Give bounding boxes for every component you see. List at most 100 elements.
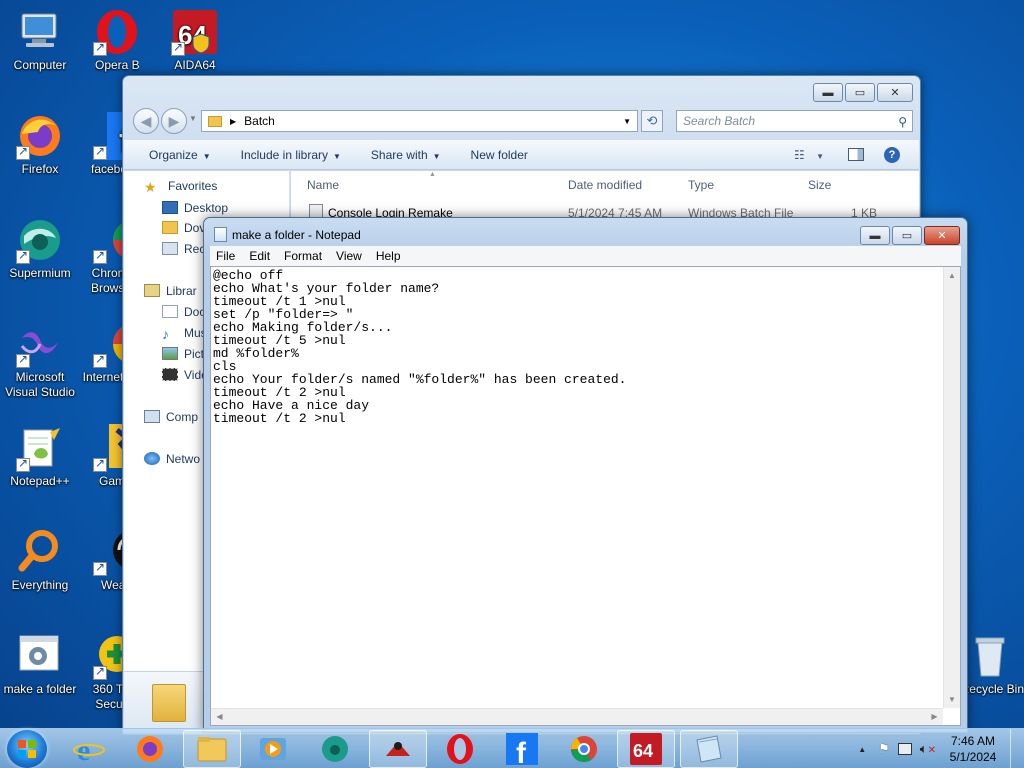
taskbar-media-player[interactable] <box>244 730 302 768</box>
nav-downloads[interactable]: Dov <box>162 221 205 235</box>
batch-file-gear-icon <box>16 632 64 680</box>
column-header-type[interactable]: Type <box>688 178 714 192</box>
refresh-button[interactable]: ⟲ <box>641 110 663 132</box>
view-options-icon[interactable]: ☷ ▼ <box>794 148 824 162</box>
nav-pictures[interactable]: Pict <box>162 347 204 361</box>
minimize-button[interactable]: ▬ <box>860 226 890 245</box>
library-icon <box>144 284 160 297</box>
dropdown-arrow-icon: ▼ <box>202 151 211 161</box>
menu-edit[interactable]: Edit <box>249 249 270 263</box>
dropdown-arrow-icon: ▼ <box>333 151 341 161</box>
menu-view[interactable]: View <box>336 249 362 263</box>
nav-music[interactable]: ♪ Mus <box>162 326 207 342</box>
scroll-right-icon[interactable]: ▶ <box>926 709 943 725</box>
taskbar: e f 64 ▲ ⚑ 🔈︎✕ 7:46 AM 5/1/2024 <box>0 728 1024 768</box>
search-input[interactable]: Search Batch ⚲ <box>676 110 913 132</box>
desktop-icon-supermium[interactable]: Supermium <box>0 216 80 281</box>
taskbar-firefox[interactable] <box>121 730 179 768</box>
menu-format[interactable]: Format <box>284 249 322 263</box>
close-button[interactable]: ✕ <box>924 226 960 245</box>
scroll-up-icon[interactable]: ▲ <box>944 267 960 284</box>
new-folder-button[interactable]: New folder <box>471 148 528 162</box>
system-tray: ▲ ⚑ 🔈︎✕ 7:46 AM 5/1/2024 <box>858 729 1024 768</box>
desktop-icon-notepadpp[interactable]: Notepad++ <box>0 424 80 489</box>
address-dropdown-icon[interactable]: ▼ <box>623 117 631 126</box>
visual-studio-icon <box>16 320 64 368</box>
clock[interactable]: 7:46 AM 5/1/2024 <box>942 733 1004 765</box>
volume-muted-icon[interactable]: 🔈︎✕ <box>920 741 936 757</box>
recent-pages-dropdown[interactable]: ▼ <box>189 114 197 123</box>
folder-icon <box>197 737 227 762</box>
taskbar-aida64[interactable]: 64 <box>617 730 675 768</box>
action-center-flag-icon[interactable]: ⚑ <box>878 741 890 757</box>
taskbar-notepad[interactable] <box>680 730 738 768</box>
desktop-icon-opera[interactable]: Opera Browser <box>77 8 157 73</box>
desktop-icon-label: Everything <box>11 578 69 592</box>
shortcut-arrow-icon <box>171 40 185 56</box>
desktop-icon-visual-studio[interactable]: Microsoft Visual Studio <box>0 320 80 400</box>
taskbar-game-app[interactable] <box>369 730 427 768</box>
svg-text:64: 64 <box>633 741 653 761</box>
taskbar-opera[interactable] <box>431 730 489 768</box>
nav-label: Librar <box>166 284 197 298</box>
internet-explorer-icon: e <box>73 734 105 765</box>
text-editor[interactable]: @echo off echo What's your folder name? … <box>210 266 961 726</box>
nav-favorites[interactable]: ★ Favorites <box>144 179 217 195</box>
nav-computer[interactable]: Comp <box>144 410 198 424</box>
column-header-name[interactable]: Name <box>307 178 339 192</box>
share-with-button[interactable]: Share with ▼ <box>371 148 441 162</box>
desktop-icon-computer[interactable]: Computer <box>0 8 80 73</box>
start-button[interactable] <box>7 730 47 768</box>
editor-content[interactable]: @echo off echo What's your folder name? … <box>213 269 626 425</box>
nav-label: Comp <box>166 410 199 424</box>
close-button[interactable]: ✕ <box>877 83 913 102</box>
nav-network[interactable]: Netwo <box>144 452 200 466</box>
shortcut-arrow-icon <box>93 40 107 56</box>
scroll-down-icon[interactable]: ▼ <box>944 691 960 708</box>
taskbar-supermium[interactable] <box>306 730 364 768</box>
horizontal-scrollbar[interactable]: ◀ ▶ <box>211 708 943 725</box>
menu-file[interactable]: File <box>216 249 235 263</box>
nav-recent-places[interactable]: Rec <box>162 242 205 256</box>
desktop-icon-everything[interactable]: Everything <box>0 528 80 593</box>
vertical-scrollbar[interactable]: ▲ ▼ <box>943 267 960 708</box>
include-in-library-button[interactable]: Include in library ▼ <box>241 148 341 162</box>
desktop-icon-aida64[interactable]: 64 AIDA64 <box>155 8 235 73</box>
help-icon[interactable]: ? <box>884 146 900 163</box>
forward-button[interactable]: ▶ <box>161 108 187 134</box>
desktop-icon-label: make a folder <box>3 682 77 696</box>
preview-pane-icon[interactable] <box>848 148 864 161</box>
minimize-button[interactable]: ▬ <box>813 83 843 102</box>
address-text[interactable]: Batch <box>244 114 275 128</box>
search-placeholder: Search Batch <box>683 114 756 128</box>
taskbar-facebook[interactable]: f <box>493 730 551 768</box>
desktop-icon-make-a-folder[interactable]: make a folder <box>0 632 80 697</box>
column-header-date[interactable]: Date modified <box>568 178 642 192</box>
search-icon[interactable]: ⚲ <box>898 112 907 132</box>
taskbar-internet-explorer[interactable]: e <box>60 730 118 768</box>
refresh-icon: ⟲ <box>646 113 658 128</box>
nav-documents[interactable]: Doc <box>162 305 205 319</box>
maximize-button[interactable]: ▭ <box>845 83 875 102</box>
address-bar[interactable]: ▶ Batch ▼ <box>201 110 638 132</box>
column-header-size[interactable]: Size <box>808 178 831 192</box>
forward-arrow-icon: ▶ <box>168 112 180 129</box>
show-hidden-icons-icon[interactable]: ▲ <box>858 745 866 754</box>
organize-button[interactable]: Organize ▼ <box>149 148 211 162</box>
nav-libraries[interactable]: Librar <box>144 284 197 298</box>
desktop-icon-firefox[interactable]: Firefox <box>0 112 80 177</box>
back-button[interactable]: ◀ <box>133 108 159 134</box>
maximize-button[interactable]: ▭ <box>892 226 922 245</box>
nav-desktop[interactable]: Desktop <box>162 201 228 215</box>
scroll-left-icon[interactable]: ◀ <box>211 709 228 725</box>
show-desktop-button[interactable] <box>1010 729 1024 768</box>
menu-help[interactable]: Help <box>376 249 401 263</box>
desktop-icon-label: Notepad++ <box>10 474 70 488</box>
taskbar-file-explorer[interactable] <box>183 730 241 768</box>
nav-videos[interactable]: Vide <box>162 368 208 382</box>
network-icon[interactable] <box>897 743 912 755</box>
taskbar-chrome[interactable] <box>555 730 613 768</box>
recycle-bin-icon <box>966 632 1014 680</box>
shortcut-arrow-icon <box>93 456 107 472</box>
desktop-folder-icon <box>162 201 178 214</box>
